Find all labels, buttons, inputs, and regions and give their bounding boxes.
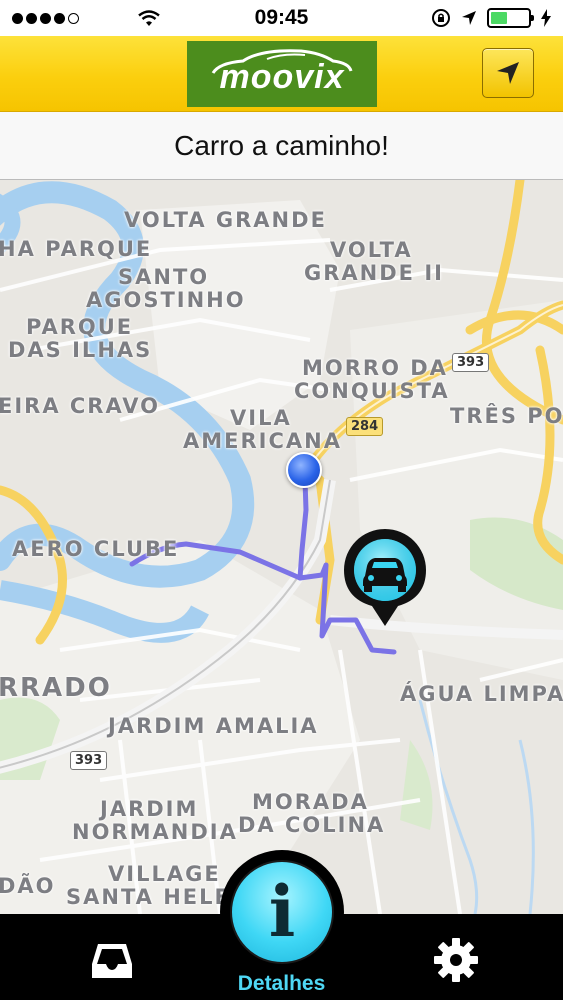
location-arrow-icon (462, 11, 476, 25)
map-view[interactable]: VOLTA GRANDE HA PARQUE VOLTA GRANDE II S… (0, 180, 563, 914)
details-label[interactable]: Detalhes (0, 972, 563, 996)
logo-text: moovix (219, 58, 345, 96)
map-label: HA PARQUE (0, 237, 153, 261)
map-label: TRÊS POC (450, 404, 563, 428)
map-label: NORMANDIA (72, 820, 238, 844)
wifi-icon (138, 10, 160, 26)
map-label: RRADO (0, 673, 112, 703)
charging-bolt-icon (541, 9, 551, 27)
road-shield: 393 (452, 353, 490, 372)
map-label: VILLAGE (108, 862, 221, 886)
map-label: EIRA CRAVO (0, 394, 161, 418)
map-label: SANTA HELE (66, 885, 231, 909)
map-label: VILA (230, 406, 292, 430)
signal-strength (12, 9, 161, 27)
status-bar: 09:45 (0, 0, 563, 36)
map-label: VOLTA (330, 238, 413, 262)
map-label: ÁGUA LIMPA (400, 682, 563, 706)
road-shield: 393 (70, 751, 108, 770)
map-label: MORRO DA (302, 356, 448, 380)
status-banner: Carro a caminho! (0, 112, 563, 180)
info-icon: i (230, 860, 334, 964)
moovix-logo: moovix (187, 41, 377, 107)
map-label: SANTO (118, 265, 210, 289)
map-label: AERO CLUBE (12, 537, 180, 561)
banner-title: Carro a caminho! (174, 129, 389, 161)
map-label: AMERICANA (183, 429, 342, 453)
locate-button[interactable] (482, 48, 534, 98)
map-label: DÃO (0, 874, 56, 898)
road-shield: 284 (346, 417, 384, 436)
map-label: DA COLINA (238, 813, 386, 837)
battery-level (491, 12, 508, 24)
map-label: DAS ILHAS (8, 338, 153, 362)
map-label: JARDIM (100, 797, 199, 821)
map-label: JARDIM AMALIA (108, 714, 319, 738)
app-header: moovix (0, 36, 563, 112)
car-marker-icon[interactable] (342, 528, 428, 628)
map-label: CONQUISTA (294, 379, 450, 403)
map-label: VOLTA GRANDE (124, 208, 327, 232)
map-label: GRANDE II (304, 261, 444, 285)
navigation-arrow-icon (497, 62, 519, 84)
details-button[interactable]: i (220, 850, 344, 974)
map-label: PARQUE (26, 315, 134, 339)
map-label: MORADA (252, 790, 369, 814)
map-label: AGOSTINHO (86, 288, 246, 312)
rotation-lock-icon (432, 9, 450, 27)
location-dot-icon[interactable] (286, 452, 322, 488)
battery-icon (487, 8, 534, 28)
